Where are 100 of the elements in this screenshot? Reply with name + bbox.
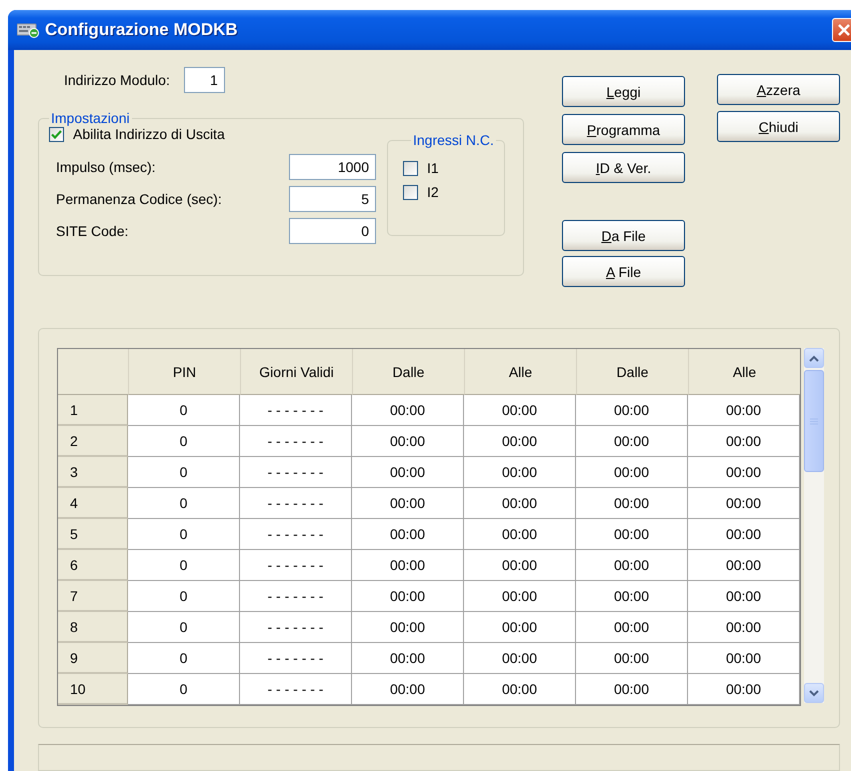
table-cell: 00:00 bbox=[464, 612, 576, 643]
corner-header bbox=[58, 349, 128, 395]
table-cell: 00:00 bbox=[576, 643, 688, 674]
table-cell: 00:00 bbox=[688, 519, 800, 550]
keyboard-icon bbox=[17, 22, 39, 38]
column-header[interactable]: Alle bbox=[464, 349, 576, 395]
table-cell: 00:00 bbox=[576, 581, 688, 612]
table-cell: 00:00 bbox=[688, 457, 800, 488]
table-cell: 00:00 bbox=[464, 643, 576, 674]
close-button[interactable] bbox=[832, 18, 851, 42]
column-header[interactable]: Dalle bbox=[352, 349, 464, 395]
row-header[interactable]: 2 bbox=[58, 426, 128, 457]
table-cell: 00:00 bbox=[688, 643, 800, 674]
input-field[interactable]: 0 bbox=[289, 218, 376, 244]
table-cell: 00:00 bbox=[688, 550, 800, 581]
table-cell: 00:00 bbox=[576, 674, 688, 705]
row-header[interactable]: 10 bbox=[58, 674, 128, 705]
vertical-scrollbar[interactable] bbox=[804, 348, 824, 703]
table-cell: 0 bbox=[128, 395, 240, 426]
table-cell: 00:00 bbox=[352, 674, 464, 705]
push-button[interactable]: Leggi bbox=[562, 76, 685, 107]
table-cell: 00:00 bbox=[352, 426, 464, 457]
table-cell: 00:00 bbox=[688, 488, 800, 519]
table-cell: 00:00 bbox=[688, 612, 800, 643]
table-cell: 0 bbox=[128, 674, 240, 705]
table-cell: 0 bbox=[128, 426, 240, 457]
window-title: Configurazione MODKB bbox=[45, 20, 238, 40]
group-title: Impostazioni bbox=[50, 110, 131, 126]
push-button[interactable]: Chiudi bbox=[717, 111, 840, 142]
table-cell: 00:00 bbox=[576, 612, 688, 643]
table-cell: - - - - - - - bbox=[240, 550, 352, 581]
checkbox-label: I1 bbox=[427, 160, 439, 176]
table-cell: - - - - - - - bbox=[240, 612, 352, 643]
table-cell: 00:00 bbox=[576, 519, 688, 550]
row-header[interactable]: 3 bbox=[58, 457, 128, 488]
table-cell: 00:00 bbox=[576, 488, 688, 519]
table-cell: - - - - - - - bbox=[240, 426, 352, 457]
field-label: SITE Code: bbox=[56, 223, 128, 239]
table-cell: 00:00 bbox=[464, 550, 576, 581]
row-header[interactable]: 9 bbox=[58, 643, 128, 674]
scroll-up-button[interactable] bbox=[804, 348, 824, 368]
table-cell: 00:00 bbox=[576, 550, 688, 581]
table-cell: 00:00 bbox=[576, 395, 688, 426]
field-label: Permanenza Codice (sec): bbox=[56, 191, 222, 207]
row-header[interactable]: 7 bbox=[58, 581, 128, 612]
table-cell: - - - - - - - bbox=[240, 395, 352, 426]
checkbox[interactable] bbox=[403, 184, 418, 200]
column-header[interactable]: Alle bbox=[688, 349, 800, 395]
push-button[interactable]: Azzera bbox=[717, 74, 840, 105]
table-cell: - - - - - - - bbox=[240, 519, 352, 550]
table-cell: 0 bbox=[128, 612, 240, 643]
input-field[interactable]: 5 bbox=[289, 186, 376, 212]
table-cell: 00:00 bbox=[352, 550, 464, 581]
row-header[interactable]: 4 bbox=[58, 488, 128, 519]
push-button[interactable]: ID & Ver. bbox=[562, 152, 685, 183]
group-title: Ingressi N.C. bbox=[412, 132, 495, 148]
push-button[interactable]: Programma bbox=[562, 114, 685, 145]
checkbox-label: I2 bbox=[427, 184, 439, 200]
table-cell: 00:00 bbox=[688, 674, 800, 705]
table-cell: 00:00 bbox=[464, 488, 576, 519]
table-cell: 00:00 bbox=[352, 612, 464, 643]
table-cell: - - - - - - - bbox=[240, 581, 352, 612]
input-field[interactable]: 1 bbox=[184, 67, 225, 93]
input-field[interactable]: 1000 bbox=[289, 154, 376, 180]
row-header[interactable]: 8 bbox=[58, 612, 128, 643]
table-cell: 00:00 bbox=[352, 457, 464, 488]
table-cell: 0 bbox=[128, 457, 240, 488]
table-cell: 00:00 bbox=[464, 581, 576, 612]
table-cell: 00:00 bbox=[688, 395, 800, 426]
table-cell: 0 bbox=[128, 581, 240, 612]
checkbox-label: Abilita Indirizzo di Uscita bbox=[73, 126, 225, 142]
caret-up-icon bbox=[809, 354, 819, 362]
table-cell: - - - - - - - bbox=[240, 488, 352, 519]
field-label: Impulso (msec): bbox=[56, 159, 156, 175]
field-label: Indirizzo Modulo: bbox=[64, 72, 170, 88]
table-cell: - - - - - - - bbox=[240, 643, 352, 674]
table-cell: 00:00 bbox=[352, 488, 464, 519]
scroll-thumb[interactable] bbox=[804, 370, 824, 472]
scroll-down-button[interactable] bbox=[804, 683, 824, 703]
checkbox[interactable] bbox=[49, 126, 64, 142]
table-cell: 00:00 bbox=[688, 581, 800, 612]
table-cell: 00:00 bbox=[352, 519, 464, 550]
close-icon bbox=[837, 23, 851, 37]
column-header[interactable]: Giorni Validi bbox=[240, 349, 352, 395]
table-cell: 00:00 bbox=[464, 457, 576, 488]
column-header[interactable]: Dalle bbox=[576, 349, 688, 395]
row-header[interactable]: 5 bbox=[58, 519, 128, 550]
row-header[interactable]: 6 bbox=[58, 550, 128, 581]
table-cell: 0 bbox=[128, 488, 240, 519]
table-cell: 00:00 bbox=[464, 674, 576, 705]
table-cell: 0 bbox=[128, 643, 240, 674]
caret-down-icon bbox=[809, 690, 819, 696]
push-button[interactable]: Da File bbox=[562, 220, 685, 251]
push-button[interactable]: A File bbox=[562, 256, 685, 287]
table-cell: - - - - - - - bbox=[240, 674, 352, 705]
column-header[interactable]: PIN bbox=[128, 349, 240, 395]
table-cell: 00:00 bbox=[352, 643, 464, 674]
checkbox[interactable] bbox=[403, 160, 418, 176]
row-header[interactable]: 1 bbox=[58, 395, 128, 426]
table-cell: 00:00 bbox=[464, 519, 576, 550]
